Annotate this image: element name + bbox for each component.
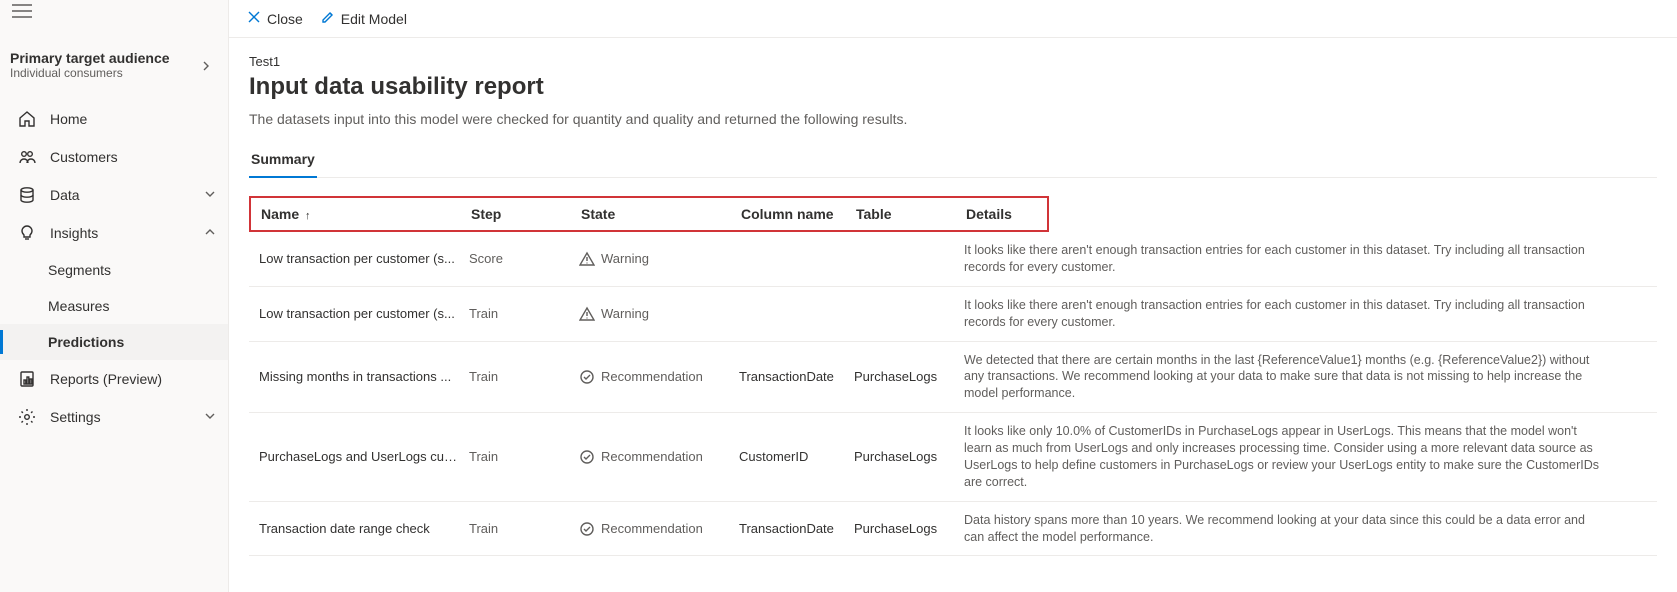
cell-state: Recommendation [579,369,739,385]
column-header-details[interactable]: Details [966,206,1037,222]
sidebar-item-label: Insights [50,225,98,241]
sidebar-item-predictions[interactable]: Predictions [0,324,228,360]
data-icon [18,186,36,204]
chevron-up-icon [204,225,216,241]
cell-step: Train [469,521,579,536]
sidebar-item-data[interactable]: Data [0,176,228,214]
table-header: Name ↑ Step State Column name Table Deta… [249,196,1049,232]
cell-column-name: CustomerID [739,449,854,464]
cell-name: Low transaction per customer (s... [259,251,469,266]
audience-subtitle: Individual consumers [10,66,170,80]
cell-name: PurchaseLogs and UserLogs cus... [259,449,469,464]
cell-state: Warning [579,306,739,322]
sidebar-item-label: Data [50,187,80,203]
table-row[interactable]: Missing months in transactions ...TrainR… [249,342,1657,414]
tab-summary[interactable]: Summary [249,145,317,177]
audience-selector[interactable]: Primary target audience Individual consu… [0,44,228,94]
sidebar-item-settings[interactable]: Settings [0,398,228,436]
sidebar-item-customers[interactable]: Customers [0,138,228,176]
edit-model-button[interactable]: Edit Model [321,10,407,27]
customers-icon [18,148,36,166]
close-label: Close [267,11,303,27]
audience-title: Primary target audience [10,50,170,66]
table-row[interactable]: PurchaseLogs and UserLogs cus...TrainRec… [249,413,1657,502]
sidebar-item-reports-preview-[interactable]: Reports (Preview) [0,360,228,398]
sidebar-item-label: Home [50,111,87,127]
cell-state: Recommendation [579,449,739,465]
cell-details: We detected that there are certain month… [964,352,1647,403]
sidebar-item-label: Settings [50,409,101,425]
page-description: The datasets input into this model were … [249,111,1657,127]
main: Close Edit Model Test1 Input data usabil… [228,0,1677,592]
command-bar: Close Edit Model [229,0,1677,38]
chevron-down-icon [204,187,216,203]
sidebar-item-label: Measures [48,298,109,314]
cell-details: It looks like there aren't enough transa… [964,242,1647,276]
cell-table: PurchaseLogs [854,449,964,464]
cell-state: Warning [579,251,739,267]
cell-step: Train [469,306,579,321]
sidebar-item-label: Predictions [48,334,124,350]
column-header-table[interactable]: Table [856,206,966,222]
close-icon [247,10,261,27]
nav: Home Customers Data Insights Segments Measure… [0,100,228,436]
home-icon [18,110,36,128]
column-header-state[interactable]: State [581,206,741,222]
settings-icon [18,408,36,426]
edit-icon [321,10,335,27]
chevron-right-icon [200,59,212,71]
warning-icon [579,251,595,267]
reports-icon [18,370,36,388]
cell-step: Train [469,449,579,464]
table-row[interactable]: Low transaction per customer (s...ScoreW… [249,232,1657,287]
warning-icon [579,306,595,322]
cell-table: PurchaseLogs [854,369,964,384]
cell-details: It looks like there aren't enough transa… [964,297,1647,331]
tab-summary-label: Summary [251,151,315,167]
sort-ascending-icon: ↑ [305,210,311,222]
insights-icon [18,224,36,242]
sidebar-item-insights[interactable]: Insights [0,214,228,252]
edit-model-label: Edit Model [341,11,407,27]
table-body: Low transaction per customer (s...ScoreW… [249,232,1657,556]
cell-column-name: TransactionDate [739,369,854,384]
cell-state: Recommendation [579,521,739,537]
table-row[interactable]: Low transaction per customer (s...TrainW… [249,287,1657,342]
tab-bar: Summary [249,145,1657,178]
sidebar-item-label: Segments [48,262,111,278]
cell-step: Score [469,251,579,266]
column-header-column[interactable]: Column name [741,206,856,222]
cell-name: Transaction date range check [259,521,469,536]
sidebar-item-measures[interactable]: Measures [0,288,228,324]
sidebar-item-segments[interactable]: Segments [0,252,228,288]
column-header-step[interactable]: Step [471,206,581,222]
recommendation-icon [579,521,595,537]
hamburger-menu-icon[interactable] [12,4,32,21]
sidebar-item-label: Reports (Preview) [50,371,162,387]
sidebar-item-label: Customers [50,149,118,165]
breadcrumb: Test1 [249,54,1657,69]
cell-name: Missing months in transactions ... [259,369,469,384]
recommendation-icon [579,369,595,385]
cell-table: PurchaseLogs [854,521,964,536]
cell-details: It looks like only 10.0% of CustomerIDs … [964,423,1647,491]
recommendation-icon [579,449,595,465]
cell-name: Low transaction per customer (s... [259,306,469,321]
cell-details: Data history spans more than 10 years. W… [964,512,1647,546]
chevron-down-icon [204,409,216,425]
sidebar: Primary target audience Individual consu… [0,0,228,592]
sidebar-item-home[interactable]: Home [0,100,228,138]
column-header-name[interactable]: Name ↑ [261,206,471,222]
cell-step: Train [469,369,579,384]
close-button[interactable]: Close [247,10,303,27]
cell-column-name: TransactionDate [739,521,854,536]
page-title: Input data usability report [249,73,1657,101]
table-row[interactable]: Transaction date range checkTrainRecomme… [249,502,1657,557]
